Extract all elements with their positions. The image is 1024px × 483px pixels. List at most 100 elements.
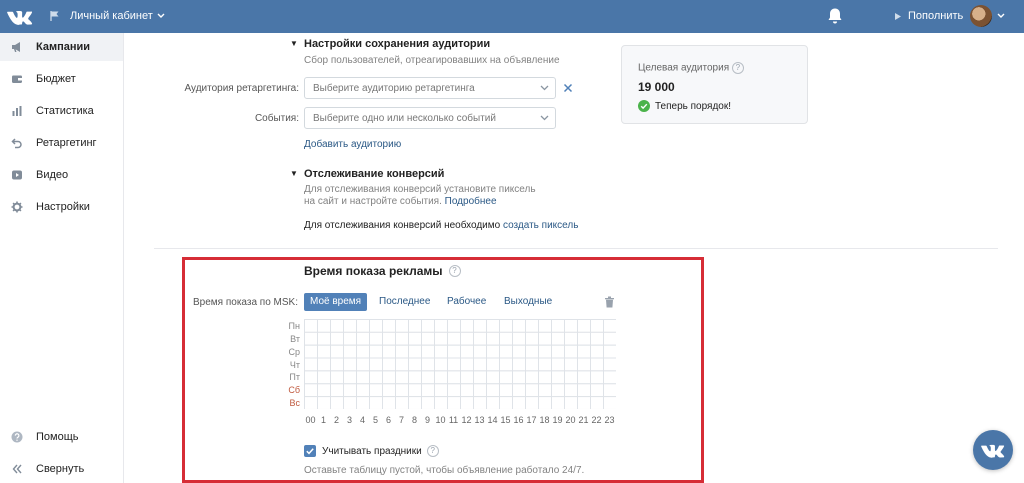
hour-label[interactable]: 3 xyxy=(343,415,356,425)
hour-label[interactable]: 6 xyxy=(382,415,395,425)
schedule-cell[interactable] xyxy=(551,370,565,385)
schedule-cell[interactable] xyxy=(447,319,461,333)
schedule-cell[interactable] xyxy=(395,357,409,372)
schedule-cell[interactable] xyxy=(486,344,500,359)
schedule-cell[interactable] xyxy=(564,344,578,359)
schedule-cell[interactable] xyxy=(512,319,526,333)
day-label[interactable]: Ср xyxy=(284,347,300,357)
schedule-cell[interactable] xyxy=(434,344,448,359)
hour-label[interactable]: 17 xyxy=(525,415,538,425)
schedule-cell[interactable] xyxy=(551,344,565,359)
schedule-cell[interactable] xyxy=(408,357,422,372)
schedule-cell[interactable] xyxy=(356,370,370,385)
hour-label[interactable]: 21 xyxy=(577,415,590,425)
tab-weekends[interactable]: Выходные xyxy=(498,293,558,311)
schedule-cell[interactable] xyxy=(551,357,565,372)
schedule-cell[interactable] xyxy=(330,383,344,398)
schedule-cell[interactable] xyxy=(421,319,435,333)
schedule-cell[interactable] xyxy=(304,357,318,372)
schedule-cell[interactable] xyxy=(525,331,539,346)
day-label[interactable]: Чт xyxy=(284,360,300,370)
day-label[interactable]: Вс xyxy=(284,398,300,408)
schedule-cell[interactable] xyxy=(330,396,344,410)
schedule-cell[interactable] xyxy=(356,331,370,346)
schedule-cell[interactable] xyxy=(603,383,617,398)
schedule-cell[interactable] xyxy=(525,396,539,410)
schedule-cell[interactable] xyxy=(369,370,383,385)
schedule-cell[interactable] xyxy=(538,331,552,346)
schedule-cell[interactable] xyxy=(603,370,617,385)
schedule-cell[interactable] xyxy=(460,331,474,346)
question-icon[interactable]: ? xyxy=(731,62,744,74)
schedule-cell[interactable] xyxy=(330,319,344,333)
schedule-cell[interactable] xyxy=(538,344,552,359)
schedule-cell[interactable] xyxy=(434,357,448,372)
schedule-cell[interactable] xyxy=(538,357,552,372)
schedule-cell[interactable] xyxy=(395,370,409,385)
audience-save-title[interactable]: Настройки сохранения аудитории xyxy=(304,38,490,50)
schedule-cell[interactable] xyxy=(512,344,526,359)
schedule-cell[interactable] xyxy=(382,357,396,372)
schedule-cell[interactable] xyxy=(538,319,552,333)
schedule-cell[interactable] xyxy=(382,383,396,398)
schedule-cell[interactable] xyxy=(551,383,565,398)
schedule-cell[interactable] xyxy=(304,319,318,333)
hour-label[interactable]: 9 xyxy=(421,415,434,425)
schedule-cell[interactable] xyxy=(343,357,357,372)
schedule-cell[interactable] xyxy=(486,331,500,346)
avatar[interactable] xyxy=(970,5,992,27)
schedule-cell[interactable] xyxy=(447,383,461,398)
create-pixel-link[interactable]: создать пиксель xyxy=(503,220,578,231)
collapse-button[interactable]: Свернуть xyxy=(0,455,123,483)
schedule-cell[interactable] xyxy=(486,357,500,372)
add-audience-link[interactable]: Добавить аудиторию xyxy=(304,139,401,150)
schedule-cell[interactable] xyxy=(551,319,565,333)
schedule-cell[interactable] xyxy=(460,383,474,398)
schedule-cell[interactable] xyxy=(603,331,617,346)
schedule-cell[interactable] xyxy=(395,383,409,398)
collapse-triangle-icon[interactable]: ▼ xyxy=(290,39,298,48)
schedule-cell[interactable] xyxy=(434,383,448,398)
schedule-cell[interactable] xyxy=(395,344,409,359)
close-icon[interactable] xyxy=(563,83,573,93)
schedule-cell[interactable] xyxy=(343,319,357,333)
schedule-cell[interactable] xyxy=(304,344,318,359)
schedule-cell[interactable] xyxy=(304,370,318,385)
schedule-grid-cells[interactable] xyxy=(304,319,617,410)
schedule-cell[interactable] xyxy=(382,396,396,410)
question-icon[interactable]: ? xyxy=(448,265,461,277)
schedule-cell[interactable] xyxy=(564,319,578,333)
schedule-cell[interactable] xyxy=(460,344,474,359)
hour-label[interactable]: 14 xyxy=(486,415,499,425)
schedule-cell[interactable] xyxy=(460,370,474,385)
schedule-cell[interactable] xyxy=(447,331,461,346)
schedule-cell[interactable] xyxy=(499,396,513,410)
schedule-cell[interactable] xyxy=(356,383,370,398)
vk-logo-icon[interactable] xyxy=(7,8,33,25)
schedule-cell[interactable] xyxy=(590,396,604,410)
hour-label[interactable]: 4 xyxy=(356,415,369,425)
cabinet-title[interactable]: Личный кабинет xyxy=(70,10,153,22)
schedule-cell[interactable] xyxy=(408,344,422,359)
hour-label[interactable]: 1 xyxy=(317,415,330,425)
schedule-cell[interactable] xyxy=(460,396,474,410)
schedule-cell[interactable] xyxy=(408,319,422,333)
schedule-cell[interactable] xyxy=(499,357,513,372)
schedule-cell[interactable] xyxy=(304,396,318,410)
schedule-cell[interactable] xyxy=(499,344,513,359)
schedule-cell[interactable] xyxy=(304,383,318,398)
schedule-cell[interactable] xyxy=(590,319,604,333)
schedule-cell[interactable] xyxy=(486,319,500,333)
schedule-cell[interactable] xyxy=(408,396,422,410)
help-button[interactable]: Помощь xyxy=(0,423,123,451)
schedule-cell[interactable] xyxy=(525,319,539,333)
schedule-cell[interactable] xyxy=(317,370,331,385)
schedule-cell[interactable] xyxy=(369,396,383,410)
hour-label[interactable]: 19 xyxy=(551,415,564,425)
schedule-cell[interactable] xyxy=(356,357,370,372)
schedule-cell[interactable] xyxy=(564,370,578,385)
hour-label[interactable]: 00 xyxy=(304,415,317,425)
schedule-cell[interactable] xyxy=(473,370,487,385)
chevron-down-icon[interactable] xyxy=(997,13,1005,19)
schedule-cell[interactable] xyxy=(577,357,591,372)
